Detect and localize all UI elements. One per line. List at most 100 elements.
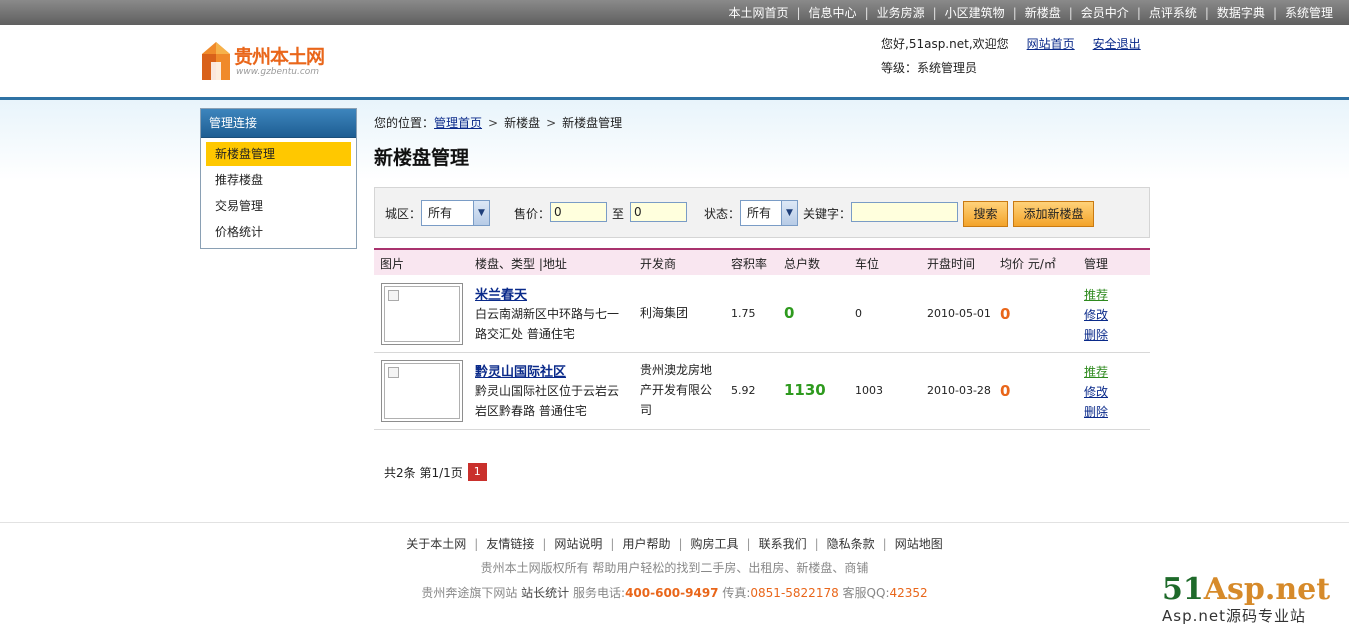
- footer-link-help[interactable]: 用户帮助: [622, 537, 670, 551]
- project-developer: 贵州澳龙房地产开发有限公司: [640, 363, 713, 417]
- footer-separator: |: [814, 537, 819, 551]
- footer-link-sitemap[interactable]: 网站地图: [895, 537, 943, 551]
- col-header-actions: 管理: [1084, 257, 1109, 271]
- col-header-open-date: 开盘时间: [927, 257, 976, 271]
- col-header-ratio: 容积率: [731, 257, 768, 271]
- watermark-main-b: Asp.net: [1203, 572, 1331, 607]
- logout-link[interactable]: 安全退出: [1093, 35, 1141, 52]
- row-actions: 推荐 修改 删除: [1084, 362, 1108, 422]
- footer-qq-label: 客服QQ:: [842, 586, 890, 600]
- project-open-date: 2010-05-01: [927, 307, 991, 320]
- project-ratio: 5.92: [731, 384, 756, 397]
- broken-image-icon: [388, 290, 399, 301]
- sidebar-item-recommended[interactable]: 推荐楼盘: [206, 168, 351, 192]
- topnav-item-listings[interactable]: 业务房源: [869, 4, 933, 21]
- site-logo[interactable]: 贵州本土网 www.gzbentu.com: [200, 40, 340, 84]
- footer-link-friends[interactable]: 友情链接: [486, 537, 534, 551]
- topnav-item-home[interactable]: 本土网首页: [720, 4, 796, 21]
- topnav-item-agents[interactable]: 会员中介: [1073, 4, 1137, 21]
- add-project-button[interactable]: 添加新楼盘: [1013, 201, 1094, 227]
- page-button-current[interactable]: 1: [467, 463, 487, 481]
- sidebar-title: 管理连接: [201, 109, 356, 138]
- area-select-value: 所有: [428, 206, 453, 220]
- site-home-link[interactable]: 网站首页: [1027, 35, 1075, 52]
- logo-text: 贵州本土网: [234, 46, 325, 68]
- project-name-link[interactable]: 黔灵山国际社区: [475, 361, 566, 380]
- topnav-item-reviews[interactable]: 点评系统: [1141, 4, 1205, 21]
- price-label: 售价：: [514, 207, 551, 221]
- edit-link[interactable]: 修改: [1084, 382, 1108, 402]
- project-open-date: 2010-03-28: [927, 384, 991, 397]
- footer-link-about[interactable]: 关于本土网: [406, 537, 466, 551]
- watermark-logo: 51Asp.net Asp.net源码专业站: [1162, 574, 1337, 634]
- topnav-item-system[interactable]: 系统管理: [1277, 4, 1341, 21]
- price-from-input[interactable]: 0: [550, 202, 607, 222]
- footer-copyright: 贵州本土网版权所有 帮助用户轻松的找到二手房、出租房、新楼盘、商铺: [480, 561, 869, 575]
- recommend-link[interactable]: 推荐: [1084, 285, 1108, 305]
- footer-separator: |: [678, 537, 683, 551]
- status-select[interactable]: 所有 ▼: [740, 200, 798, 226]
- footer-separator: |: [746, 537, 751, 551]
- topnav-item-new-projects[interactable]: 新楼盘: [1017, 4, 1069, 21]
- footer-link-tools[interactable]: 购房工具: [691, 537, 739, 551]
- footer-separator: |: [882, 537, 887, 551]
- project-ratio: 1.75: [731, 307, 756, 320]
- search-button[interactable]: 搜索: [963, 201, 1008, 227]
- watermark-sub: Asp.net源码专业站: [1162, 607, 1306, 625]
- delete-link[interactable]: 删除: [1084, 325, 1108, 345]
- user-info: 您好,51asp.net,欢迎您 网站首页 安全退出 等级：系统管理员: [881, 35, 1141, 76]
- price-to-label: 至: [612, 207, 625, 221]
- sidebar-item-transactions[interactable]: 交易管理: [206, 194, 351, 218]
- status-label: 状态：: [704, 207, 741, 221]
- sidebar-item-price-stats[interactable]: 价格统计: [206, 220, 351, 244]
- status-select-value: 所有: [747, 206, 772, 220]
- footer-link-privacy[interactable]: 隐私条款: [827, 537, 875, 551]
- col-header-parking: 车位: [855, 257, 880, 271]
- breadcrumb-level2: 新楼盘: [504, 116, 541, 130]
- sidebar-item-new-projects[interactable]: 新楼盘管理: [206, 142, 351, 166]
- top-nav-bar: 本土网首页 | 信息中心 | 业务房源 | 小区建筑物 | 新楼盘 | 会员中介…: [0, 0, 1349, 25]
- keyword-input[interactable]: [851, 202, 958, 222]
- project-thumbnail[interactable]: [381, 283, 463, 345]
- col-header-avg-price: 均价 元/㎡: [1000, 257, 1056, 271]
- topnav-item-dictionary[interactable]: 数据字典: [1209, 4, 1273, 21]
- breadcrumb: 您的位置：管理首页 > 新楼盘 > 新楼盘管理: [374, 114, 622, 131]
- footer-link-contact[interactable]: 联系我们: [759, 537, 807, 551]
- edit-link[interactable]: 修改: [1084, 305, 1108, 325]
- watermark-main-a: 51: [1162, 572, 1204, 607]
- footer-separator: |: [542, 537, 547, 551]
- breadcrumb-home-link[interactable]: 管理首页: [434, 116, 482, 130]
- search-filter-bar: 城区： 所有 ▼ 售价： 0 至 0 状态： 所有 ▼ 关键字： 搜索 添加新楼…: [374, 187, 1150, 238]
- chevron-right-icon: >: [546, 116, 557, 130]
- price-to-input[interactable]: 0: [630, 202, 687, 222]
- project-thumbnail[interactable]: [381, 360, 463, 422]
- sidebar-menu: 新楼盘管理 推荐楼盘 交易管理 价格统计: [201, 138, 356, 250]
- recommend-link[interactable]: 推荐: [1084, 362, 1108, 382]
- broken-image-icon: [388, 367, 399, 378]
- project-name-link[interactable]: 米兰春天: [475, 284, 527, 303]
- project-avg-price: 0: [1000, 382, 1011, 400]
- footer-fax-label: 传真:: [722, 586, 751, 600]
- breadcrumb-level3: 新楼盘管理: [562, 116, 623, 130]
- topnav-item-buildings[interactable]: 小区建筑物: [937, 4, 1013, 21]
- project-households: 0: [784, 304, 795, 322]
- pagination-summary: 共2条 第1/1页: [384, 465, 463, 480]
- house-logo-icon: [202, 42, 230, 80]
- top-nav-list: 本土网首页 | 信息中心 | 业务房源 | 小区建筑物 | 新楼盘 | 会员中介…: [720, 0, 1341, 25]
- footer-contact: 贵州奔途旗下网站 站长统计 服务电话:400-600-9497 传真:0851-…: [0, 584, 1349, 601]
- footer-stats-link[interactable]: 站长统计: [521, 586, 569, 600]
- delete-link[interactable]: 删除: [1084, 402, 1108, 422]
- area-select[interactable]: 所有 ▼: [421, 200, 490, 226]
- footer-links: 关于本土网 | 友情链接 | 网站说明 | 用户帮助 | 购房工具 | 联系我们 | 隐私条款 | 网站地图: [0, 535, 1349, 552]
- watermark-main: 51Asp.net: [1162, 574, 1337, 606]
- breadcrumb-prefix: 您的位置：: [374, 116, 435, 130]
- keyword-label: 关键字：: [803, 207, 852, 221]
- footer-fax: 0851-5822178: [750, 586, 839, 600]
- footer-divider: [0, 522, 1349, 523]
- footer-link-about-site[interactable]: 网站说明: [554, 537, 602, 551]
- pagination: 共2条 第1/1页 1: [384, 463, 487, 481]
- project-households: 1130: [784, 381, 826, 399]
- table-row: 黔灵山国际社区 黔灵山国际社区位于云岩云岩区黔春路 普通住宅 贵州澳龙房地产开发…: [374, 353, 1150, 430]
- table-header: 图片 楼盘、类型 |地址 开发商 容积率 总户数 车位 开盘时间 均价 元/㎡ …: [374, 248, 1150, 275]
- topnav-item-info[interactable]: 信息中心: [801, 4, 865, 21]
